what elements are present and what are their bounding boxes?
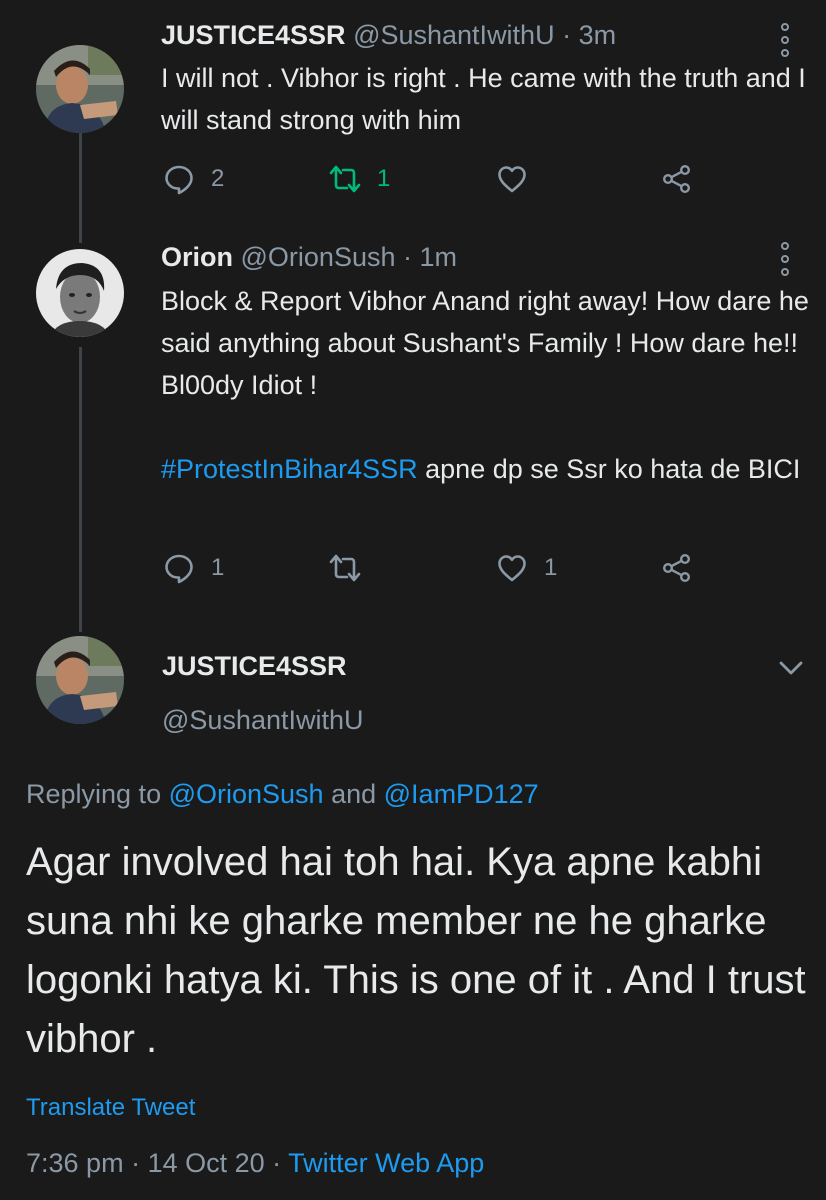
mention-link[interactable]: @OrionSush (169, 779, 324, 809)
separator: · (562, 20, 572, 50)
like-count: 1 (544, 554, 558, 581)
retweet-count: 1 (377, 165, 391, 192)
tweet-actions: 1 1 (161, 548, 721, 588)
vertical-dots-icon[interactable] (777, 23, 793, 57)
retweet-button[interactable] (329, 548, 377, 588)
share-button[interactable] (661, 159, 693, 199)
tweet-header: JUSTICE4SSR @SushantIwithU · 3m (161, 20, 616, 51)
avatar[interactable] (36, 636, 124, 724)
author-name[interactable]: JUSTICE4SSR (162, 651, 347, 682)
tweet-time[interactable]: 7:36 pm (26, 1148, 124, 1178)
author-name[interactable]: Orion (161, 242, 233, 272)
vertical-dots-icon[interactable] (777, 242, 793, 276)
retweet-button[interactable]: 1 (329, 159, 390, 199)
tweet-text-hashtag-line: #ProtestInBihar4SSR apne dp se Ssr ko ha… (161, 448, 816, 490)
thread-line-1 (79, 133, 82, 243)
reply-count: 1 (211, 554, 225, 581)
retweet-arrows-icon (329, 165, 361, 193)
like-button[interactable]: 1 (496, 548, 557, 588)
reply-bubble-icon (165, 165, 193, 195)
tweet-date[interactable]: 14 Oct 20 (148, 1148, 265, 1178)
source-app-link[interactable]: Twitter Web App (288, 1148, 484, 1178)
mention-link[interactable]: @IamPD127 (384, 779, 539, 809)
heart-icon (498, 166, 526, 193)
tweet-text-tail: apne dp se Ssr ko hata de BICI (417, 454, 801, 484)
avatar[interactable] (36, 249, 124, 337)
avatar[interactable] (36, 45, 124, 133)
tweet-text: I will not . Vibhor is right . He came w… (161, 63, 806, 135)
reply-button[interactable]: 1 (163, 548, 224, 588)
like-button[interactable] (496, 159, 544, 199)
chevron-down-icon[interactable] (776, 655, 806, 681)
translate-link[interactable]: Translate Tweet (26, 1094, 195, 1122)
tweet-text-body: Block & Report Vibhor Anand right away! … (161, 286, 809, 400)
tweet-text: Agar involved hai toh hai. Kya apne kabh… (26, 840, 806, 1061)
reply-count: 2 (211, 165, 225, 192)
tweet-header: Orion @OrionSush · 1m (161, 242, 457, 273)
author-handle[interactable]: @OrionSush (241, 242, 396, 272)
separator: · (123, 1148, 148, 1178)
reply-bubble-icon (165, 554, 193, 584)
replying-and: and (323, 779, 384, 809)
tweet-meta: 7:36 pm · 14 Oct 20 · Twitter Web App (26, 1148, 484, 1179)
timestamp[interactable]: 1m (420, 242, 458, 272)
author-handle[interactable]: @SushantIwithU (162, 705, 364, 736)
share-nodes-icon (663, 554, 691, 583)
replying-prefix: Replying to (26, 779, 169, 809)
timestamp[interactable]: 3m (579, 20, 617, 50)
retweet-arrows-icon (329, 554, 361, 582)
reply-button[interactable]: 2 (163, 159, 224, 199)
replying-to: Replying to @OrionSush and @IamPD127 (26, 779, 539, 810)
author-handle[interactable]: @SushantIwithU (353, 20, 555, 50)
tweet-text: Block & Report Vibhor Anand right away! … (161, 280, 816, 490)
author-name[interactable]: JUSTICE4SSR (161, 20, 346, 50)
separator: · (264, 1148, 289, 1178)
tweet-actions: 2 1 (161, 159, 721, 199)
heart-icon (498, 555, 526, 582)
share-button[interactable] (661, 548, 693, 588)
separator: · (403, 242, 413, 272)
thread-line-2 (79, 347, 82, 632)
share-nodes-icon (663, 165, 691, 194)
hashtag-link[interactable]: #ProtestInBihar4SSR (161, 454, 418, 484)
